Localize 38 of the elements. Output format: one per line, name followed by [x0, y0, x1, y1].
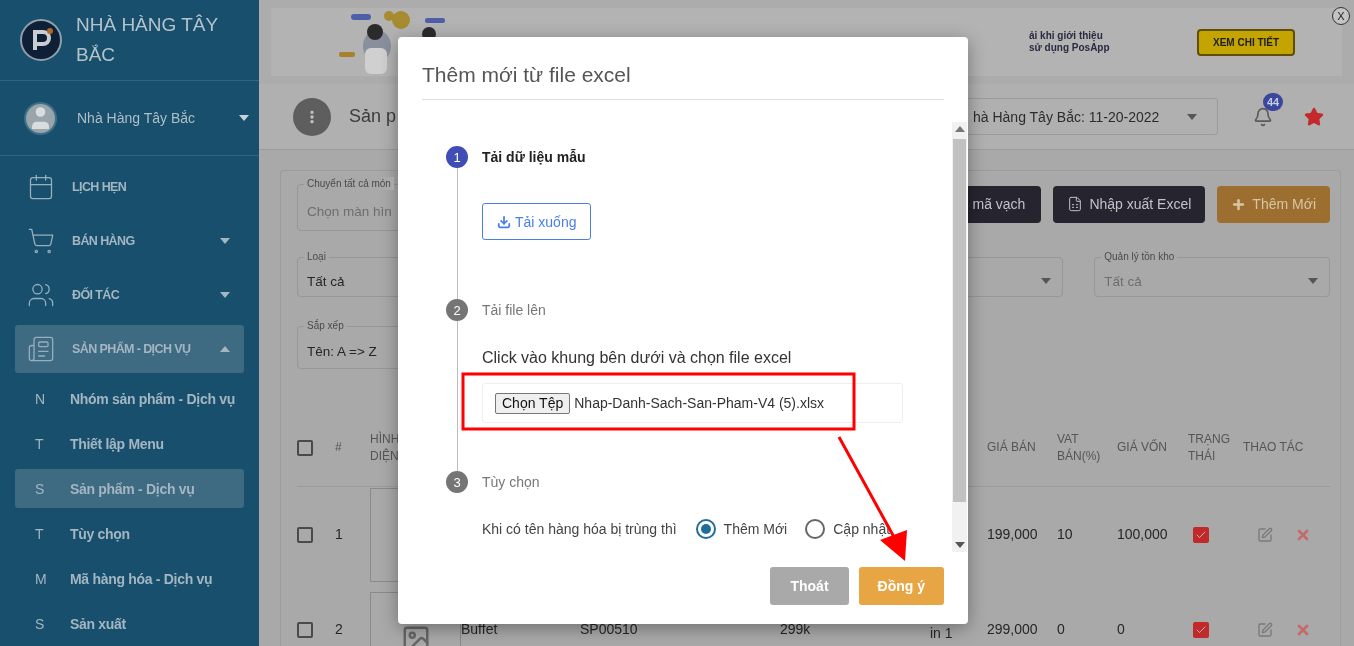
column-header: TRẠNG THÁI — [1188, 430, 1231, 465]
field-label: Sắp xếp — [304, 319, 347, 332]
step-title: Tải file lên — [482, 302, 546, 318]
brand-name: NHÀ HÀNG TÂY BẮC — [76, 13, 219, 68]
upload-hint: Click vào khung bên dưới và chọn file excel — [482, 348, 792, 368]
column-header: GIÁ VỐN — [1117, 439, 1167, 456]
banner-text: ải khi giới thiệu — [1029, 30, 1104, 42]
table-cell: 0 — [1057, 622, 1065, 637]
table-cell: 299,000 — [987, 622, 1038, 637]
option-label: Khi có tên hàng hóa bị trùng thì — [482, 521, 677, 537]
step-number: 2 — [446, 299, 468, 321]
field-label: Chuyển tất cả món — [304, 177, 394, 190]
table-cell: in 1 — [930, 626, 953, 641]
field-label: Loại — [304, 250, 329, 263]
column-header: THAO TÁC — [1243, 439, 1304, 456]
table-cell: SP00510 — [580, 622, 638, 637]
dialog-title: Thêm mới từ file excel — [422, 37, 944, 100]
column-header: VAT BÁN(%) — [1057, 430, 1102, 465]
file-name: Nhap-Danh-Sach-San-Pham-V4 (5).xlsx — [574, 395, 824, 411]
notification-badge: 44 — [1263, 92, 1284, 111]
page-title: Sản p — [349, 106, 397, 127]
step-number: 3 — [446, 471, 468, 493]
column-header: # — [335, 439, 342, 456]
table-cell: 100,000 — [1117, 527, 1168, 542]
step-title: Tùy chọn — [482, 474, 540, 490]
table-cell: 199,000 — [987, 527, 1038, 542]
table-cell: 299k — [780, 622, 811, 637]
table-cell: 0 — [1117, 622, 1125, 637]
step-title: Tải dữ liệu mẫu — [482, 149, 586, 165]
column-header: GIÁ BÁN — [987, 439, 1036, 456]
table-cell: 2 — [335, 622, 343, 637]
table-cell: Buffet — [461, 622, 498, 637]
banner-text: sử dụng PosApp — [1029, 42, 1111, 54]
table-cell: 1 — [335, 527, 343, 542]
step-number: 1 — [446, 146, 468, 168]
field-label: Quản lý tồn kho — [1101, 250, 1178, 263]
column-header: HÌNH DIỆN — [370, 430, 400, 465]
table-cell: 10 — [1057, 527, 1073, 542]
